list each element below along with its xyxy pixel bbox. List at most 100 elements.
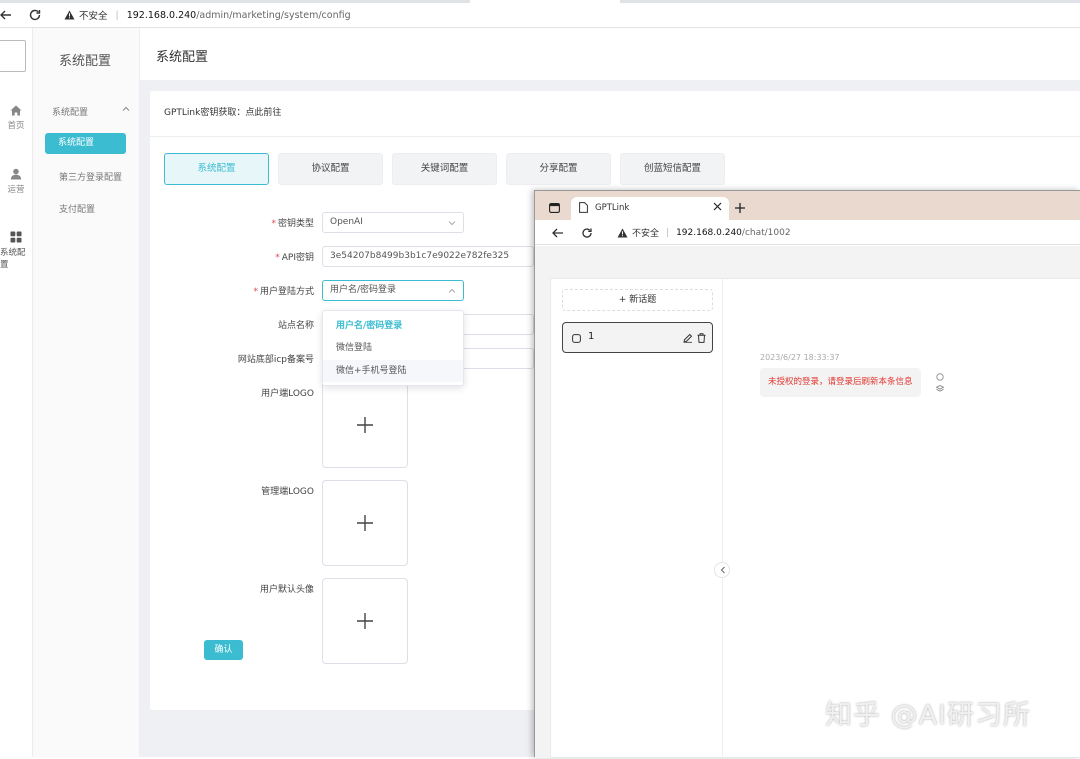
message-timestamp: 2023/6/27 18:33:37 — [760, 353, 840, 362]
submenu-item-payment[interactable]: 支付配置 — [59, 202, 95, 215]
chevron-left-icon — [719, 566, 727, 574]
rail-label: 运营 — [7, 185, 25, 195]
overlay-url-display[interactable]: 不安全 | 192.168.0.240/chat/1002 — [617, 226, 791, 239]
default-avatar-upload[interactable] — [322, 578, 408, 664]
url-separator: | — [115, 9, 119, 21]
key-type-value: OpenAI — [330, 217, 363, 227]
chat-app: + 新话题 1 2023/6/27 18:33:37 未授权的登录，请登录后刷新… — [550, 278, 1080, 759]
login-mode-label: * 用户登陆方式 — [164, 284, 314, 297]
api-key-input[interactable]: 3e54207b8499b3b1c7e9022e782fe325 — [322, 246, 534, 267]
chat-sidebar: + 新话题 1 — [551, 279, 723, 759]
user-logo-upload[interactable] — [322, 382, 408, 468]
trash-icon[interactable] — [697, 333, 706, 343]
dropdown-option-wechat-phone[interactable]: 微信+手机号登陆 — [323, 360, 463, 382]
page-icon — [579, 202, 588, 213]
login-mode-label-text: 用户登陆方式 — [259, 287, 314, 297]
key-type-select[interactable]: OpenAI — [322, 212, 464, 233]
login-mode-value: 用户名/密码登录 — [330, 285, 397, 295]
reload-icon[interactable] — [27, 7, 43, 23]
window-icon[interactable] — [549, 203, 560, 213]
site-name-label: 站点名称 — [277, 321, 314, 331]
chevron-down-icon — [448, 219, 456, 227]
url-host: 192.168.0.240 — [676, 227, 742, 238]
url-separator: | — [666, 227, 670, 238]
edit-icon[interactable] — [683, 333, 693, 343]
grid-icon — [10, 231, 22, 243]
notice-text: GPTLink密钥获取：点此前往 — [164, 108, 282, 118]
submenu-group-label: 系统配置 — [52, 108, 89, 118]
close-icon[interactable] — [713, 202, 722, 211]
admin-logo-label: 管理端LOGO — [261, 487, 314, 497]
address-bar[interactable]: 不安全 | 192.168.0.240/admin/marketing/syst… — [0, 3, 1080, 28]
tab-protocol-config[interactable]: 协议配置 — [278, 153, 383, 185]
api-key-label-text: API密钥 — [281, 253, 314, 263]
rail-item-operations[interactable]: 运营 — [0, 168, 32, 195]
new-chat-button[interactable]: + 新话题 — [562, 289, 713, 311]
key-type-label-text: 密钥类型 — [277, 219, 314, 229]
dropdown-option-username-password[interactable]: 用户名/密码登录 — [323, 315, 463, 337]
icp-label: 网站底部icp备案号 — [237, 355, 314, 365]
back-arrow-icon[interactable] — [0, 7, 14, 23]
api-key-value: 3e54207b8499b3b1c7e9022e782fe325 — [330, 251, 510, 261]
tab-system-config[interactable]: 系统配置 — [164, 153, 269, 185]
refresh-circle-icon[interactable] — [936, 373, 944, 381]
layers-icon[interactable] — [936, 385, 944, 393]
required-mark: * — [253, 287, 258, 297]
collapse-sidebar-button[interactable] — [714, 562, 730, 578]
warning-icon — [617, 228, 628, 238]
watermark: 知乎 @AI研习所 — [825, 700, 1032, 731]
tab-keyword-config[interactable]: 关键词配置 — [392, 153, 497, 185]
rail-item-home[interactable]: 首页 — [0, 105, 32, 131]
api-key-label: * API密钥 — [164, 250, 314, 263]
submenu: 系统配置 系统配置 系统配置 第三方登录配置 支付配置 — [33, 28, 140, 757]
page-header: 系统配置 — [140, 28, 1080, 80]
submenu-group-header[interactable]: 系统配置 — [52, 105, 130, 118]
conversation-title: 1 — [588, 331, 595, 342]
gptlink-notice[interactable]: GPTLink密钥获取：点此前往 — [150, 91, 1080, 137]
tab-sms-config[interactable]: 创蓝短信配置 — [620, 153, 725, 185]
submenu-title: 系统配置 — [59, 54, 112, 69]
page-title: 系统配置 — [156, 50, 209, 65]
tab-share-config[interactable]: 分享配置 — [506, 153, 611, 185]
warning-icon — [64, 10, 75, 20]
user-icon — [10, 168, 22, 180]
chat-page: + 新话题 1 2023/6/27 18:33:37 未授权的登录，请登录后刷新… — [535, 246, 1080, 759]
submenu-item-system-config[interactable]: 系统配置 — [45, 133, 126, 154]
chat-browser-window: GPTLink 不安全 | 192.168.0.240/chat/1002 + … — [534, 190, 1080, 759]
key-type-label: * 密钥类型 — [164, 216, 314, 229]
security-label: 不安全 — [632, 229, 660, 239]
overlay-tab[interactable]: GPTLink — [571, 197, 729, 220]
admin-logo-upload[interactable] — [322, 480, 408, 566]
conversation-item[interactable]: 1 — [562, 322, 713, 353]
logo — [0, 40, 26, 72]
login-mode-select[interactable]: 用户名/密码登录 — [322, 280, 464, 301]
reload-icon[interactable] — [580, 226, 594, 240]
login-mode-dropdown: 用户名/密码登录 微信登陆 微信+手机号登陆 — [322, 310, 464, 386]
security-label: 不安全 — [79, 11, 108, 22]
required-mark: * — [271, 219, 276, 229]
rail-label: 系统配置 — [0, 248, 26, 270]
url-path: /chat/1002 — [741, 227, 791, 238]
submenu-item-third-party-login[interactable]: 第三方登录配置 — [59, 170, 122, 183]
chevron-up-icon — [448, 287, 456, 295]
chevron-up-icon — [122, 105, 130, 118]
required-mark: * — [275, 253, 280, 263]
default-avatar-label: 用户默认头像 — [259, 585, 314, 595]
overlay-tab-title: GPTLink — [595, 203, 630, 213]
overlay-address-bar[interactable]: 不安全 | 192.168.0.240/chat/1002 — [535, 220, 1080, 245]
rail-item-system[interactable]: 系统配置 — [0, 231, 32, 270]
plus-icon — [356, 514, 374, 532]
user-logo-label: 用户端LOGO — [261, 389, 314, 399]
confirm-button[interactable]: 确认 — [204, 640, 243, 660]
new-tab-icon[interactable] — [734, 202, 746, 214]
icon-rail: 首页 运营 系统配置 — [0, 28, 33, 757]
back-arrow-icon[interactable] — [551, 226, 565, 240]
url-display[interactable]: 不安全 | 192.168.0.240/admin/marketing/syst… — [64, 7, 351, 23]
plus-icon — [356, 612, 374, 630]
overlay-tabbar: GPTLink — [535, 191, 1080, 220]
dropdown-option-wechat[interactable]: 微信登陆 — [323, 337, 463, 359]
error-message: 未授权的登录，请登录后刷新本条信息 — [760, 368, 921, 397]
url-host: 192.168.0.240 — [126, 9, 197, 21]
rail-label: 首页 — [7, 121, 25, 131]
plus-icon — [356, 416, 374, 434]
